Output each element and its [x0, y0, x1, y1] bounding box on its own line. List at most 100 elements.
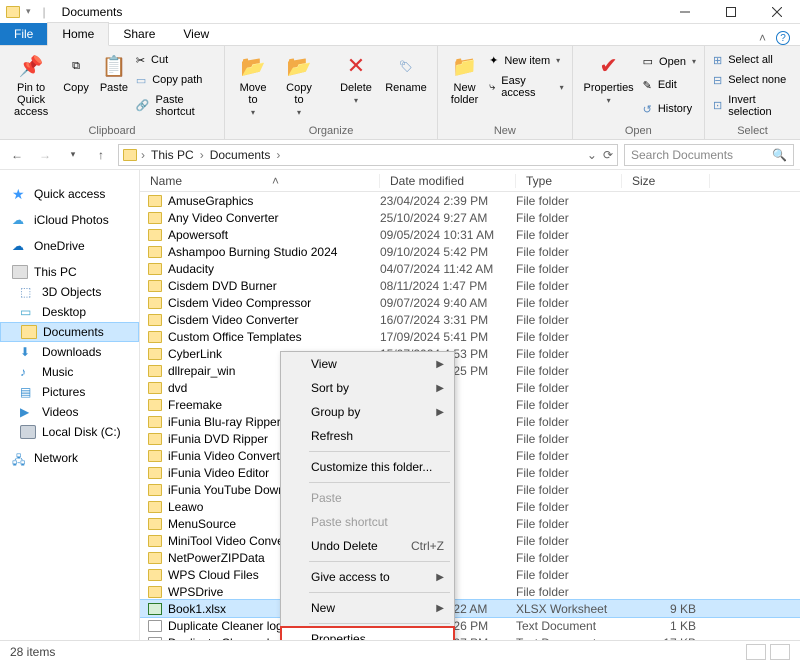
nav-desktop[interactable]: ▭Desktop [0, 302, 139, 322]
copy-button[interactable]: ⧉ Copy [58, 50, 94, 121]
cut-button[interactable]: ✂Cut [134, 52, 218, 69]
nav-up-button[interactable]: ↑ [90, 144, 112, 166]
file-row[interactable]: Any Video Converter25/10/2024 9:27 AMFil… [140, 209, 800, 226]
file-row[interactable]: Cisdem DVD Burner08/11/2024 1:47 PMFile … [140, 277, 800, 294]
properties-button[interactable]: ✔ Properties▾ [579, 50, 639, 121]
nav-back-button[interactable]: ← [6, 144, 28, 166]
file-row[interactable]: Cisdem Video Compressor09/07/2024 9:40 A… [140, 294, 800, 311]
ctx-refresh[interactable]: Refresh [281, 424, 454, 448]
new-item-button[interactable]: ✦New item ▾ [487, 52, 566, 69]
file-row[interactable]: dvdFile folder [140, 379, 800, 396]
column-size[interactable]: Size [622, 174, 710, 188]
chevron-right-icon[interactable]: › [200, 148, 204, 162]
nav-music[interactable]: ♪Music [0, 362, 139, 382]
ctx-group-by[interactable]: Group by▶ [281, 400, 454, 424]
file-row[interactable]: Custom Office Templates17/09/2024 5:41 P… [140, 328, 800, 345]
rename-button[interactable]: 🏷 Rename [381, 50, 431, 121]
tab-home[interactable]: Home [47, 22, 109, 46]
file-row[interactable]: dllrepair_win28/04/2024 3:25 PMFile fold… [140, 362, 800, 379]
ctx-sort-by[interactable]: Sort by▶ [281, 376, 454, 400]
nav-pictures[interactable]: ▤Pictures [0, 382, 139, 402]
copy-path-button[interactable]: ▭Copy path [134, 72, 218, 89]
crumb-pc[interactable]: This PC [149, 148, 196, 162]
file-row[interactable]: iFunia Video ConverterFile folder [140, 447, 800, 464]
invert-selection-button[interactable]: ⊡Invert selection [711, 92, 794, 120]
nav-this-pc[interactable]: This PC [0, 262, 139, 282]
file-row[interactable]: WPSDriveFile folder [140, 583, 800, 600]
nav-forward-button[interactable]: → [34, 144, 56, 166]
column-headers[interactable]: Name˄ Date modified Type Size [140, 170, 800, 192]
nav-local-disk[interactable]: Local Disk (C:) [0, 422, 139, 442]
new-folder-button[interactable]: 📁 New folder [444, 50, 485, 121]
delete-button[interactable]: ✕ Delete▾ [333, 50, 379, 121]
file-row[interactable]: Book1.xlsx13/09/2024 9:22 AMXLSX Workshe… [140, 600, 800, 617]
file-row[interactable]: Apowersoft09/05/2024 10:31 AMFile folder [140, 226, 800, 243]
file-row[interactable]: iFunia Video EditorFile folder [140, 464, 800, 481]
window-close-button[interactable] [754, 0, 800, 24]
ctx-give-access[interactable]: Give access to▶ [281, 565, 454, 589]
ribbon-collapse-icon[interactable]: ˄ [759, 31, 766, 45]
file-row[interactable]: LeawoFile folder [140, 498, 800, 515]
file-row[interactable]: iFunia YouTube DownloadFile folder [140, 481, 800, 498]
search-input[interactable]: Search Documents 🔍 [624, 144, 794, 166]
tab-file[interactable]: File [0, 23, 47, 45]
file-row[interactable]: iFunia DVD RipperAMFile folder [140, 430, 800, 447]
view-large-button[interactable] [770, 644, 790, 660]
easy-access-button[interactable]: ⤷Easy access ▾ [487, 73, 566, 101]
file-row[interactable]: Audacity04/07/2024 11:42 AMFile folder [140, 260, 800, 277]
ctx-paste[interactable]: Paste [281, 486, 454, 510]
crumb-documents[interactable]: Documents [208, 148, 273, 162]
edit-button[interactable]: ✎Edit [641, 77, 698, 94]
file-row[interactable]: Cisdem Video Converter16/07/2024 3:31 PM… [140, 311, 800, 328]
move-to-button[interactable]: 📂 Move to▾ [231, 50, 275, 121]
column-type[interactable]: Type [516, 174, 622, 188]
nav-network[interactable]: 🖧Network [0, 448, 139, 468]
tab-view[interactable]: View [169, 23, 223, 45]
history-button[interactable]: ↺History [641, 101, 698, 118]
nav-onedrive[interactable]: ☁OneDrive [0, 236, 139, 256]
nav-recent-button[interactable]: ▾ [62, 144, 84, 166]
file-row[interactable]: CyberLink15/07/2024 4:53 PMFile folder [140, 345, 800, 362]
file-row[interactable]: NetPowerZIPDataFile folder [140, 549, 800, 566]
open-button[interactable]: ▭Open ▾ [641, 53, 698, 70]
nav-videos[interactable]: ▶Videos [0, 402, 139, 422]
file-row[interactable]: FreemakeFile folder [140, 396, 800, 413]
file-row[interactable]: AmuseGraphics23/04/2024 2:39 PMFile fold… [140, 192, 800, 209]
ctx-properties[interactable]: Properties [281, 627, 454, 640]
window-maximize-button[interactable] [708, 0, 754, 24]
select-all-button[interactable]: ⊞Select all [711, 52, 794, 69]
nav-3d-objects[interactable]: ⬚3D Objects [0, 282, 139, 302]
nav-documents[interactable]: Documents [0, 322, 139, 342]
view-details-button[interactable] [746, 644, 766, 660]
copy-to-button[interactable]: 📂 Copy to▾ [277, 50, 321, 121]
tab-share[interactable]: Share [109, 23, 169, 45]
file-row[interactable]: Ashampoo Burning Studio 202409/10/2024 5… [140, 243, 800, 260]
chevron-right-icon[interactable]: › [141, 148, 145, 162]
address-dropdown-icon[interactable]: ⌄ [587, 148, 597, 162]
file-row[interactable]: iFunia Blu-ray RipperFile folder [140, 413, 800, 430]
window-minimize-button[interactable] [662, 0, 708, 24]
nav-quick-access[interactable]: ★Quick access [0, 184, 139, 204]
select-none-button[interactable]: ⊟Select none [711, 72, 794, 89]
nav-downloads[interactable]: ⬇Downloads [0, 342, 139, 362]
refresh-icon[interactable]: ⟳ [603, 148, 613, 162]
file-row[interactable]: MiniTool Video ConvertFile folder [140, 532, 800, 549]
nav-icloud[interactable]: ☁iCloud Photos [0, 210, 139, 230]
paste-button[interactable]: 📋 Paste [96, 50, 132, 121]
file-row[interactable]: MenuSourceFile folder [140, 515, 800, 532]
ctx-paste-shortcut[interactable]: Paste shortcut [281, 510, 454, 534]
ctx-new[interactable]: New▶ [281, 596, 454, 620]
ctx-view[interactable]: View▶ [281, 352, 454, 376]
address-box[interactable]: › This PC › Documents › ⌄ ⟳ [118, 144, 618, 166]
ctx-customize[interactable]: Customize this folder... [281, 455, 454, 479]
file-row[interactable]: Duplicate Cleaner log file.txt25/09/2024… [140, 617, 800, 634]
column-name[interactable]: Name˄ [140, 174, 380, 188]
paste-shortcut-button[interactable]: 🔗Paste shortcut [134, 92, 218, 120]
pin-quick-access-button[interactable]: 📌 Pin to Quick access [6, 50, 56, 121]
file-row[interactable]: WPS Cloud FilesFile folder [140, 566, 800, 583]
qat-expand-icon[interactable]: ▾ [26, 6, 31, 17]
ctx-undo-delete[interactable]: Undo DeleteCtrl+Z [281, 534, 454, 558]
help-icon[interactable]: ? [776, 31, 790, 45]
column-date[interactable]: Date modified [380, 174, 516, 188]
chevron-right-icon[interactable]: › [276, 148, 280, 162]
